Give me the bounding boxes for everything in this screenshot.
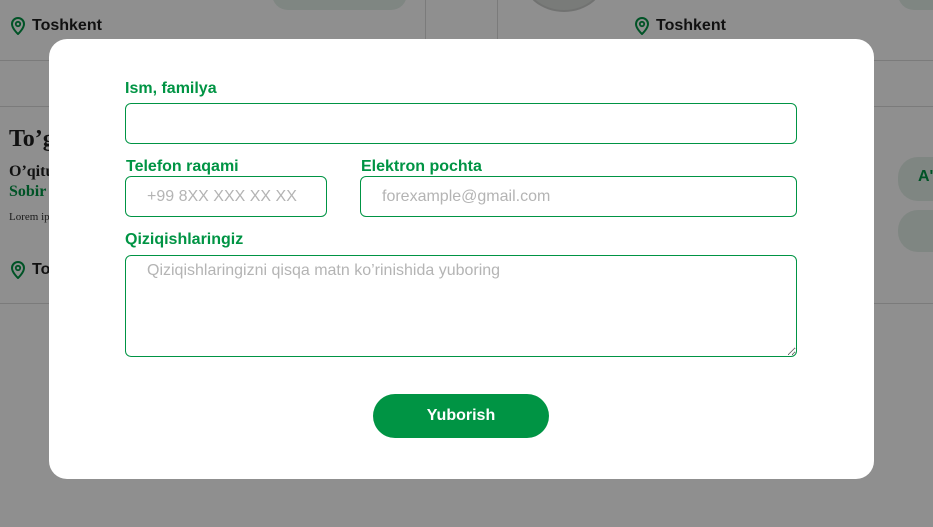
name-input[interactable] bbox=[125, 103, 797, 144]
name-label: Ism, familya bbox=[125, 80, 217, 97]
submit-button[interactable]: Yuborish bbox=[373, 394, 549, 438]
interests-label: Qiziqishlaringiz bbox=[125, 231, 244, 248]
email-input[interactable] bbox=[360, 176, 797, 217]
phone-input[interactable] bbox=[125, 176, 327, 217]
email-label: Elektron pochta bbox=[361, 158, 482, 175]
application-modal: Ism, familya Telefon raqami Elektron poc… bbox=[49, 39, 874, 479]
interests-textarea[interactable] bbox=[125, 255, 797, 357]
phone-label: Telefon raqami bbox=[126, 158, 239, 175]
